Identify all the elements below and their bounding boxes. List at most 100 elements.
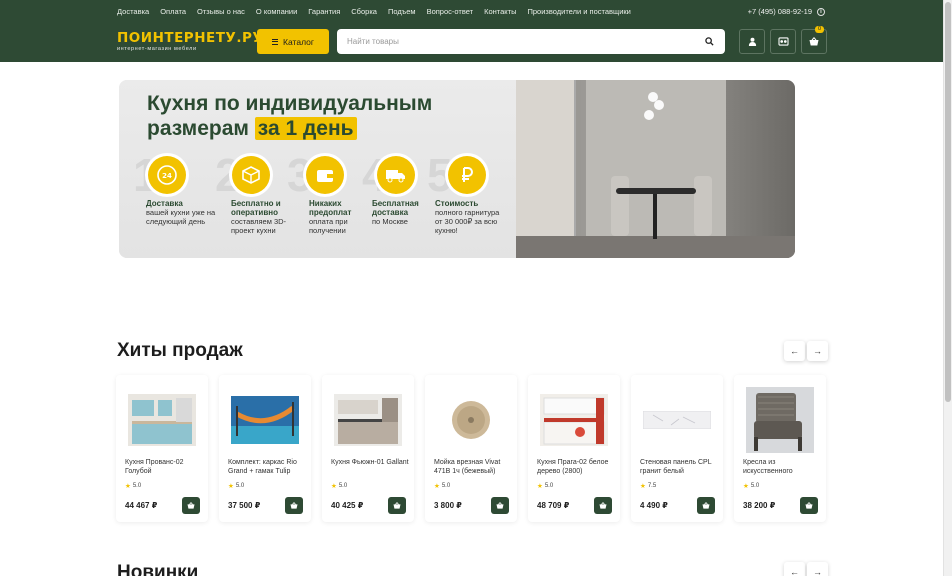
rating-value: 5.0 [132,483,142,489]
step-desc: вашей кухни уже на следующий день [146,208,216,226]
product-name[interactable]: Стеновая панель CPL гранит белый [640,459,718,476]
basket-icon [805,502,813,509]
site-logo[interactable]: ПОИНТЕРНЕТУ.РУ интернет-магазин мебели [117,31,263,52]
nav-link-contacts[interactable]: Контакты [484,7,516,16]
product-image[interactable] [639,383,715,457]
nav-link-manufacturers[interactable]: Производители и поставщики [528,7,631,16]
product-card[interactable]: Кухня Фьюжн-01 Gallant ★ 5.0 40 425 ₽ [322,375,414,522]
product-rating: ★ 7.5 [640,482,656,490]
add-to-cart-button[interactable] [697,497,715,514]
search-icon[interactable] [699,37,719,46]
add-to-cart-button[interactable] [388,497,406,514]
search-input[interactable] [337,29,699,54]
basket-icon [496,502,504,509]
product-card[interactable]: Кухня Прованс-02 Голубой ★ 5.0 44 467 ₽ [116,375,208,522]
product-price: 37 500 ₽ [228,501,261,510]
cart-count-badge: 0 [815,26,824,33]
nav-link-warranty[interactable]: Гарантия [308,7,340,16]
step-title: Бесплатно и оперативно [231,199,281,217]
step-text: Никаких предоплат оплата при получении [309,199,357,235]
hits-next-button[interactable]: → [807,341,828,361]
step-desc: оплата при получении [309,217,348,235]
add-to-cart-button[interactable] [594,497,612,514]
hits-product-list: Кухня Прованс-02 Голубой ★ 5.0 44 467 ₽ К… [116,375,826,522]
step-text: Стоимость полного гарнитура от 30 000₽ за… [435,199,507,235]
catalog-button[interactable]: Каталог [257,29,329,54]
photo-table-leg [653,194,657,239]
product-name[interactable]: Мойка врезная Vivat 471В 1ч (бежевый) [434,459,512,476]
new-prev-button[interactable]: ← [784,562,805,576]
rating-value: 5.0 [235,483,245,489]
banner-text-panel: Кухня по индивидуальным размерам за 1 де… [119,80,516,258]
wallet-icon [306,156,344,194]
nav-link-lifting[interactable]: Подъем [388,7,416,16]
phone-block: +7 (495) 088-92-19 i [748,7,825,16]
product-image[interactable] [742,383,818,457]
add-to-cart-button[interactable] [182,497,200,514]
basket-icon [599,502,607,509]
add-to-cart-button[interactable] [800,497,818,514]
product-image[interactable] [124,383,200,457]
product-price: 4 490 ₽ [640,501,668,510]
menu-icon [272,38,279,45]
page-scrollbar[interactable] [943,0,952,576]
nav-link-faq[interactable]: Вопрос-ответ [427,7,474,16]
logo-tagline: интернет-магазин мебели [117,46,197,52]
product-card[interactable]: Комплект: каркас Rio Grand + гамак Tulip… [219,375,311,522]
cart-button[interactable]: 0 [801,26,827,54]
product-price: 3 800 ₽ [434,501,462,510]
site-header: Доставка Оплата Отзывы о нас О компании … [0,0,943,62]
photo-floor [516,236,795,258]
product-name[interactable]: Кухня Фьюжн-01 Gallant [331,459,409,468]
svg-text:24: 24 [162,172,172,180]
nav-link-assembly[interactable]: Сборка [351,7,377,16]
product-image[interactable] [433,383,509,457]
product-card[interactable]: Кресла из искусственного ★ 5.0 38 200 ₽ [734,375,826,522]
compare-button[interactable] [770,29,796,54]
product-rating: ★ 5.0 [331,482,347,490]
step-desc: полного гарнитура от 30 000₽ за всю кухн… [435,208,500,235]
kitchen-photo [516,80,795,258]
product-name[interactable]: Кухня Прага-02 белое дерево (2800) [537,459,615,476]
new-next-button[interactable]: → [807,562,828,576]
add-to-cart-button[interactable] [491,497,509,514]
star-icon: ★ [228,483,234,490]
product-name[interactable]: Кресла из искусственного [743,459,821,476]
rating-value: 7.5 [647,483,657,489]
step-desc: составляем 3D-проект кухни [231,217,287,235]
product-image[interactable] [330,383,406,457]
phone-number[interactable]: +7 (495) 088-92-19 [748,7,812,16]
product-name[interactable]: Комплект: каркас Rio Grand + гамак Tulip [228,459,306,476]
nav-link-payment[interactable]: Оплата [160,7,186,16]
step-title: Бесплатная доставка [372,199,419,217]
nav-link-reviews[interactable]: Отзывы о нас [197,7,245,16]
scroll-thumb[interactable] [945,2,951,402]
product-price: 48 709 ₽ [537,501,570,510]
hits-prev-button[interactable]: ← [784,341,805,361]
rating-value: 5.0 [750,483,760,489]
basket-icon [290,502,298,509]
star-icon: ★ [640,483,646,490]
step-text: Бесплатная доставка по Москве [372,199,424,226]
product-rating: ★ 5.0 [537,482,553,490]
product-image[interactable] [227,383,303,457]
nav-link-delivery[interactable]: Доставка [117,7,149,16]
add-to-cart-button[interactable] [285,497,303,514]
product-price: 44 467 ₽ [125,501,158,510]
product-image[interactable] [536,383,612,457]
nav-link-about[interactable]: О компании [256,7,297,16]
promo-banner[interactable]: Кухня по индивидуальным размерам за 1 де… [119,80,795,258]
basket-icon [393,502,401,509]
step-text: Доставка вашей кухни уже на следующий ден… [146,199,218,226]
step-text: Бесплатно и оперативно составляем 3D-прое… [231,199,293,235]
star-icon: ★ [743,483,749,490]
product-card[interactable]: Мойка врезная Vivat 471В 1ч (бежевый) ★ 5… [425,375,517,522]
account-button[interactable] [739,29,765,54]
product-card[interactable]: Стеновая панель CPL гранит белый ★ 7.5 4 … [631,375,723,522]
ruble-icon [448,156,486,194]
product-card[interactable]: Кухня Прага-02 белое дерево (2800) ★ 5.0 … [528,375,620,522]
info-icon[interactable]: i [817,7,825,16]
product-name[interactable]: Кухня Прованс-02 Голубой [125,459,203,476]
star-icon: ★ [434,483,440,490]
photo-chair [694,176,712,236]
